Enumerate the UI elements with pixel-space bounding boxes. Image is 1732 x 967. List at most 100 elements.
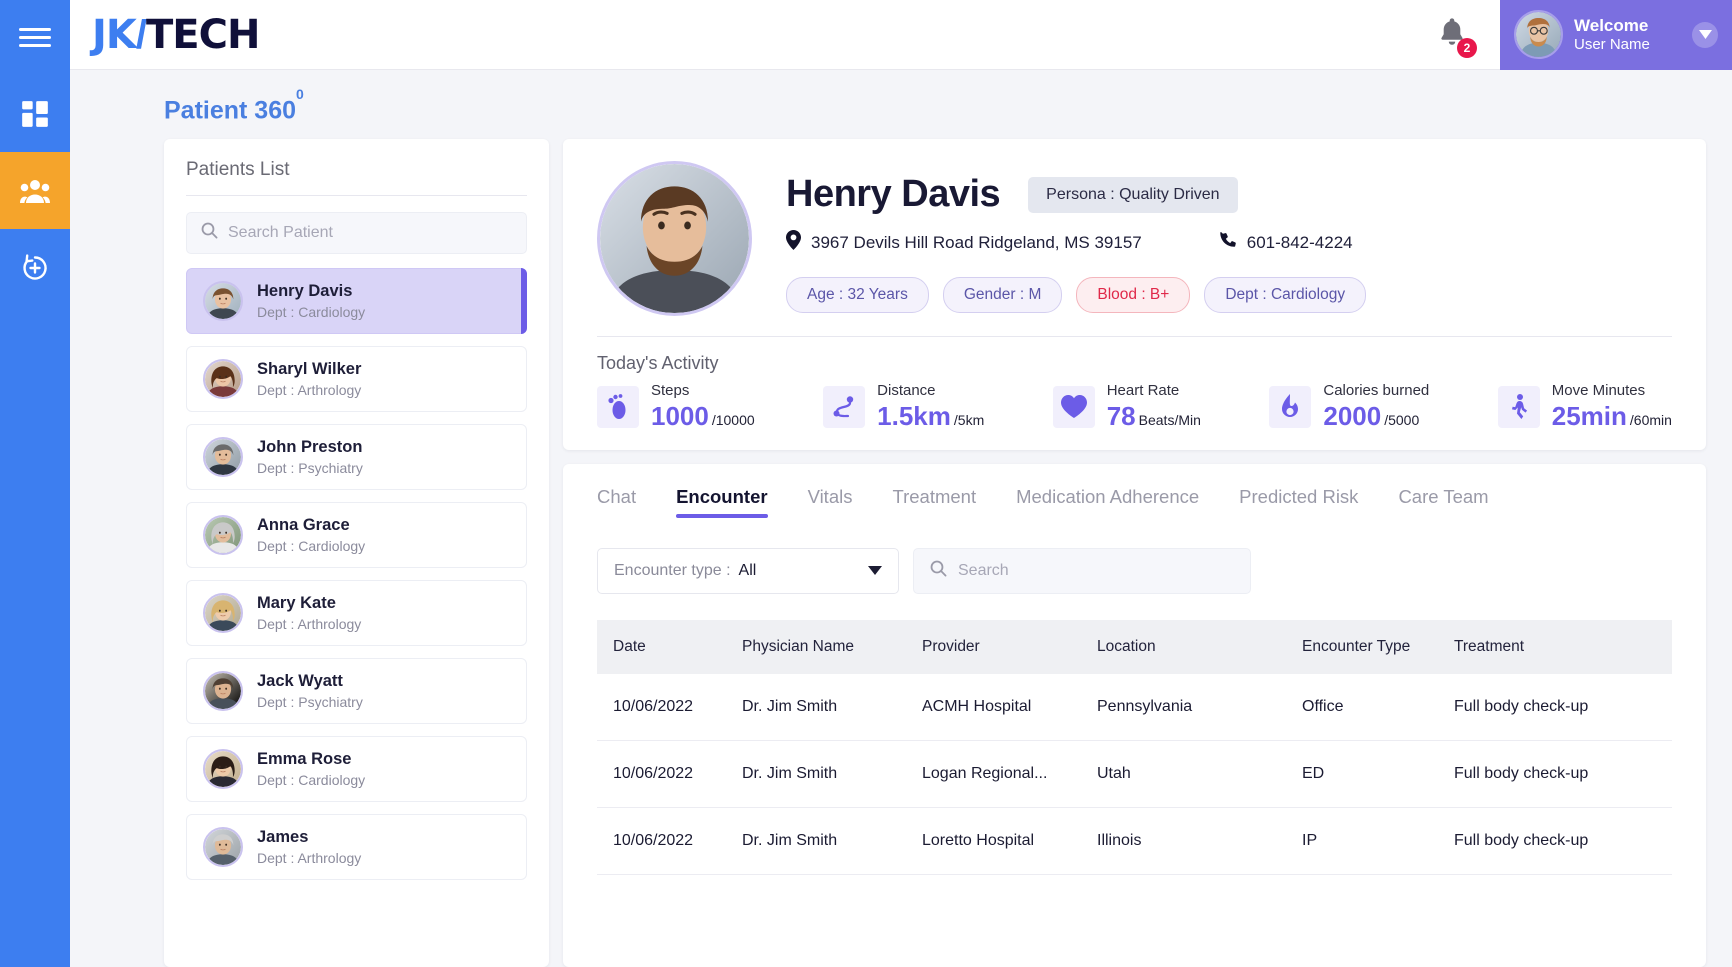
table-cell: 10/06/2022 [597,740,742,809]
sidebar-item-care-cycle[interactable] [0,229,70,306]
patient-header-card: Henry Davis Persona : Quality Driven 396… [563,139,1706,451]
metric-label: Heart Rate [1106,382,1180,400]
metric-text: Steps 1000/10000 [651,382,755,432]
tab-vitals[interactable]: Vitals [808,486,853,518]
list-item[interactable]: Jack Wyatt Dept : Psychiatry [186,658,527,725]
table-cell: Dr. Jim Smith [742,807,922,876]
table-row[interactable]: 10/06/2022 Dr. Jim Smith Logan Regional...… [597,740,1672,809]
metric-sub: /10000 [711,412,755,429]
encounter-type-label: Encounter type : [614,562,731,580]
page-title-text: Patient 360 [164,96,297,125]
patient-list-dept: Dept : Psychiatry [257,459,363,476]
patient-list-name: Mary Kate [257,594,336,613]
app-root: JK / TECH 2 Welcome User Name Patient 36… [0,0,1732,967]
page-title-superscript: 0 [296,86,304,103]
user-menu-toggle[interactable] [1692,21,1718,48]
table-cell: Pennsylvania [1097,674,1302,742]
list-item[interactable]: James Dept : Arthrology [186,814,527,881]
patient-list-dept: Dept : Cardiology [257,537,366,554]
tab-medication-adherence[interactable]: Medication Adherence [1016,486,1199,518]
phone-icon [1218,231,1237,255]
patient-phone: 601-842-4224 [1218,231,1353,255]
patient-list-text: Henry Davis Dept : Cardiology [257,281,365,321]
search-icon [201,222,218,244]
list-item[interactable]: Henry Davis Dept : Cardiology [186,268,527,335]
activity-metric: Steps 1000/10000 [597,382,755,432]
metric-label: Steps [651,382,690,400]
user-text: Welcome User Name [1574,16,1692,54]
status-badge: Blood : B+ [1076,277,1191,314]
patient-name-row: Henry Davis Persona : Quality Driven [786,173,1672,216]
table-cell: ED [1302,740,1454,809]
right-column: JK / TECH 2 Welcome User Name Patient 36… [70,0,1732,967]
metric-text: Move Minutes 25min/60min [1552,382,1672,432]
user-menu[interactable]: Welcome User Name [1500,0,1732,70]
patient-list-name: Emma Rose [257,750,352,769]
list-item[interactable]: Sharyl Wilker Dept : Arthrology [186,346,527,413]
encounter-search-input[interactable] [958,562,1234,581]
avatar [203,827,243,868]
welcome-greeting: Welcome [1574,15,1649,35]
metric-sub: /5km [953,412,985,429]
patients-list-title: Patients List [186,159,527,197]
notifications-button[interactable]: 2 [1438,17,1477,58]
avatar [203,359,243,400]
patient-list-dept: Dept : Psychiatry [257,693,363,710]
table-cell: Full body check-up [1454,674,1672,742]
status-badge: Dept : Cardiology [1204,277,1367,314]
patient-search-box[interactable] [186,212,527,255]
patient-phone-text: 601-842-4224 [1246,232,1353,252]
table-cell: Illinois [1097,807,1302,876]
encounter-table: Date Physician Name Provider Location Encoun… [597,620,1672,876]
patient-list-text: Jack Wyatt Dept : Psychiatry [257,671,363,711]
hamburger-icon [19,23,51,52]
sidebar-item-dashboard[interactable] [0,75,70,152]
table-column-header: Physician Name [742,638,854,656]
search-input[interactable] [228,224,512,243]
activity-metric: Heart Rate 78 Beats/Min [1052,382,1201,432]
patients-group-icon [20,178,50,204]
encounter-type-select[interactable]: Encounter type : All [597,548,899,595]
encounter-table-head: Date Physician Name Provider Location Encoun… [597,620,1672,675]
content-area: Patients List Search Patient Henry Davis… [70,139,1732,967]
encounter-search-box[interactable] [913,548,1251,595]
table-row[interactable]: 10/06/2022 Dr. Jim Smith ACMH Hospital Penn… [597,674,1672,742]
top-bar: JK / TECH 2 Welcome User Name [70,0,1732,70]
table-column-header: Location [1097,638,1156,656]
patient-avatar [597,161,752,317]
table-cell: Full body check-up [1454,807,1672,876]
sidebar-item-patients[interactable] [0,152,70,229]
tab-treatment[interactable]: Treatment [892,486,976,518]
patient-list-name: John Preston [257,438,363,457]
metric-text: Heart Rate 78 Beats/Min [1107,382,1201,432]
patient-info: Henry Davis Persona : Quality Driven 396… [786,161,1672,316]
logo-text-tech: TECH [146,11,260,58]
list-item[interactable]: John Preston Dept : Psychiatry [186,424,527,491]
patient-list-text: James Dept : Arthrology [257,827,361,867]
status-badge: Gender : M [942,277,1063,314]
list-item[interactable]: Mary Kate Dept : Arthrology [186,580,527,647]
list-item[interactable]: Emma Rose Dept : Cardiology [186,736,527,803]
tab-encounter[interactable]: Encounter [676,486,769,519]
dashboard-grid-icon [21,100,49,128]
status-badge: Age : 32 Years [786,277,929,314]
list-item[interactable]: Anna Grace Dept : Cardiology [186,502,527,569]
avatar [203,281,243,322]
tab-predicted-risk[interactable]: Predicted Risk [1239,486,1358,518]
avatar [203,515,243,556]
patient-list-text: Sharyl Wilker Dept : Arthrology [257,359,361,399]
table-cell: Dr. Jim Smith [742,674,922,742]
tab-care-team[interactable]: Care Team [1398,486,1488,518]
encounter-table-body: 10/06/2022 Dr. Jim Smith ACMH Hospital Penn… [597,674,1672,876]
tab-chat[interactable]: Chat [597,486,636,518]
metric-value: 2000/5000 [1323,401,1420,432]
table-column-header: Provider [922,638,980,656]
activity-metric: Distance 1.5km/5km [823,382,984,432]
patient-list-dept: Dept : Arthrology [257,381,362,398]
metric-text: Calories burned 2000/5000 [1323,382,1429,432]
table-row[interactable]: 10/06/2022 Dr. Jim Smith Loretto Hospital I… [597,807,1672,876]
patient-list-dept: Dept : Cardiology [257,771,366,788]
table-column-header: Encounter Type [1302,638,1411,656]
hamburger-menu-button[interactable] [0,0,70,75]
patient-address: 3967 Devils Hill Road Ridgeland, MS 3915… [786,230,1142,255]
